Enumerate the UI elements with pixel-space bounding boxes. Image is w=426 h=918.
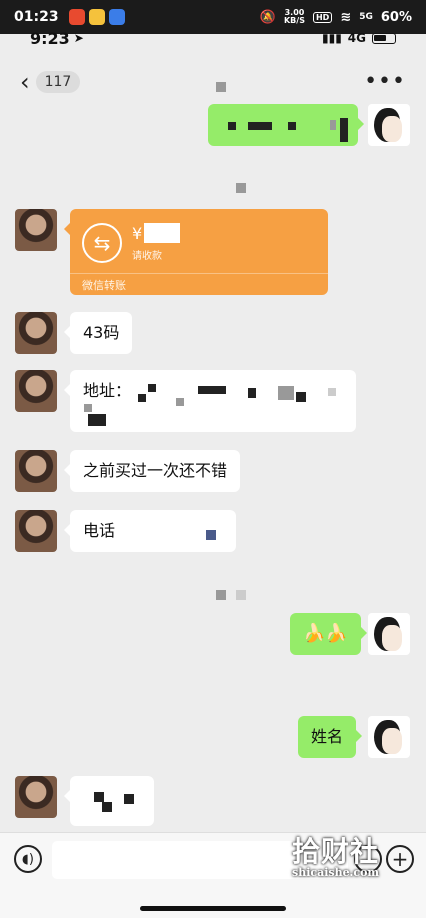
- inner-status-bar: 9:23 ➤ ▮▮▮ 4G: [0, 24, 426, 52]
- contact-avatar[interactable]: [15, 370, 57, 412]
- message-row-incoming: 电话: [64, 510, 236, 552]
- transfer-card[interactable]: ⇆ ¥ 请收款 微信转账: [64, 209, 328, 295]
- hd-badge: HD: [312, 11, 333, 23]
- outer-time: 01:23: [14, 9, 59, 25]
- message-bubble-emoji[interactable]: 🍌🍌: [290, 613, 367, 655]
- message-row-outgoing: [208, 104, 364, 146]
- contact-avatar[interactable]: [15, 209, 57, 251]
- contact-avatar[interactable]: [15, 450, 57, 492]
- signal-label: 5G: [359, 12, 373, 22]
- my-avatar[interactable]: [368, 716, 410, 758]
- back-button[interactable]: ‹ 117: [20, 68, 81, 96]
- transfer-footer: 微信转账: [70, 273, 328, 295]
- message-row-outgoing: 姓名: [298, 716, 363, 758]
- inner-time: 9:23: [30, 28, 70, 48]
- pixelation-mosaic: [216, 82, 226, 92]
- message-bubble-redacted[interactable]: [208, 104, 364, 146]
- message-bubble-review[interactable]: 之前买过一次还不错: [63, 450, 241, 492]
- notification-icons: [68, 9, 125, 25]
- app-notification-icon: [68, 9, 85, 25]
- message-bubble-redacted[interactable]: [64, 776, 154, 826]
- message-bubble-size[interactable]: 43码: [63, 312, 133, 354]
- message-row-outgoing: 🍌🍌: [290, 613, 367, 655]
- pixelation-mosaic: [236, 590, 246, 600]
- location-arrow-icon: ➤: [73, 31, 84, 45]
- net-speed: 3.00 KB/S: [283, 8, 305, 25]
- message-row-incoming: 地址：: [64, 370, 356, 432]
- cell-signal-icon: ▮▮▮: [321, 31, 342, 45]
- my-avatar[interactable]: [368, 104, 410, 146]
- transfer-arrows-icon: ⇆: [82, 223, 122, 263]
- plus-icon: +: [391, 847, 409, 871]
- contact-avatar[interactable]: [15, 776, 57, 818]
- battery-percent: 60%: [380, 9, 412, 25]
- mute-icon: 🔕: [259, 9, 276, 25]
- message-row-incoming: 43码: [63, 312, 133, 354]
- transfer-amount: ¥: [132, 223, 181, 243]
- address-label: 地址：: [83, 381, 132, 400]
- battery-icon: [372, 32, 396, 44]
- message-bubble-phone[interactable]: 电话: [64, 510, 236, 552]
- message-row-incoming: [64, 776, 154, 826]
- pixelation-mosaic: [236, 183, 246, 193]
- baidu-icon: [108, 9, 125, 25]
- more-actions-button[interactable]: +: [386, 845, 414, 873]
- phone-label: 电话: [83, 521, 116, 540]
- network-label: 4G: [347, 31, 366, 45]
- message-row-incoming: 之前买过一次还不错: [63, 450, 241, 492]
- transfer-status: 请收款: [132, 251, 162, 262]
- message-bubble-address[interactable]: 地址：: [64, 370, 356, 432]
- more-options-button[interactable]: •••: [364, 71, 406, 93]
- my-avatar[interactable]: [368, 613, 410, 655]
- contact-avatar[interactable]: [15, 510, 57, 552]
- contact-avatar[interactable]: [15, 312, 57, 354]
- message-bubble-name[interactable]: 姓名: [298, 716, 363, 758]
- unread-count-badge: 117: [35, 71, 81, 93]
- voice-icon: ◖): [22, 851, 34, 867]
- redacted-amount: [144, 223, 181, 243]
- chevron-left-icon: ‹: [20, 68, 30, 96]
- site-watermark: 拾财社 shicaishe.com: [292, 835, 380, 879]
- pixelation-mosaic: [216, 590, 226, 600]
- wifi-icon: ≋: [340, 9, 352, 25]
- home-area: [0, 888, 426, 918]
- home-indicator[interactable]: [140, 906, 286, 911]
- weibo-icon: [88, 9, 105, 25]
- chat-navbar: ‹ 117 •••: [0, 62, 426, 102]
- voice-input-button[interactable]: ◖): [14, 845, 42, 873]
